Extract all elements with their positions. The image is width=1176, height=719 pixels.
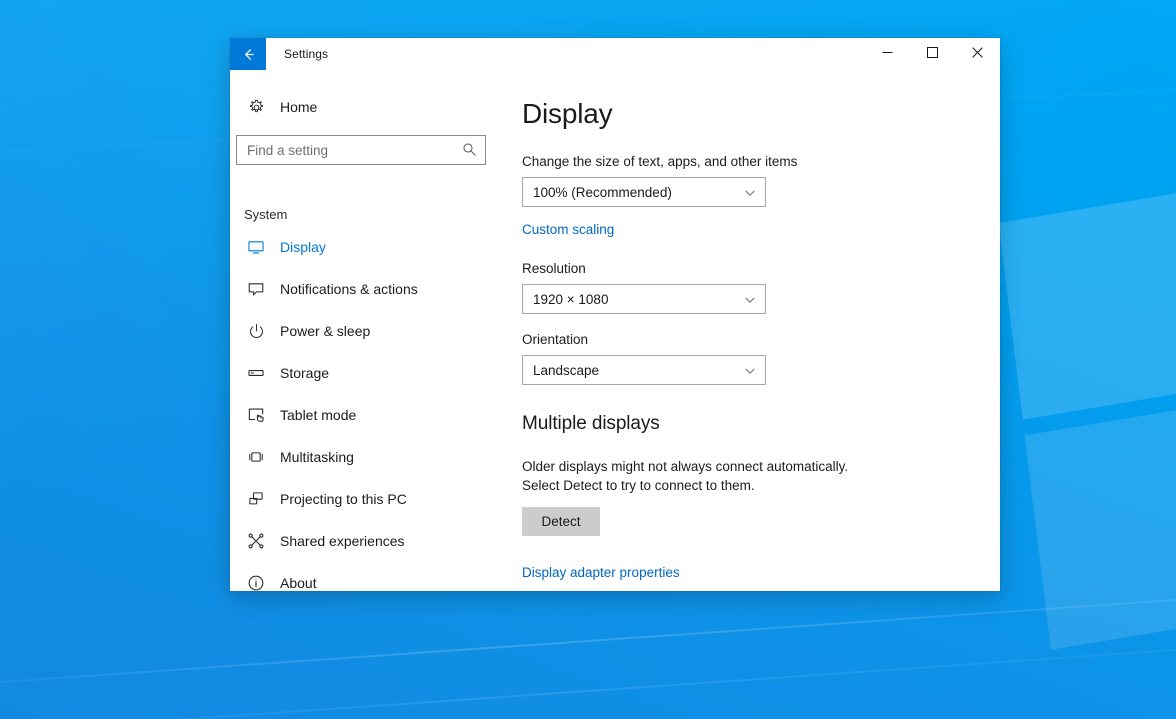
sidebar-section-label: System bbox=[244, 207, 288, 222]
sidebar-item-multitasking[interactable]: Multitasking bbox=[230, 442, 502, 472]
chevron-down-icon bbox=[744, 365, 756, 380]
sidebar-item-display[interactable]: Display bbox=[230, 232, 502, 262]
sidebar: Home System bbox=[230, 70, 502, 591]
search-box[interactable] bbox=[236, 135, 486, 165]
sidebar-item-label: Power & sleep bbox=[280, 323, 371, 339]
sidebar-item-power-and-sleep[interactable]: Power & sleep bbox=[230, 316, 502, 346]
sidebar-item-shared-experiences[interactable]: Shared experiences bbox=[230, 526, 502, 556]
sidebar-item-label: Notifications & actions bbox=[280, 281, 418, 297]
page-title: Display bbox=[522, 98, 613, 129]
windows-logo-icon bbox=[998, 152, 1176, 650]
multiple-displays-heading: Multiple displays bbox=[522, 413, 660, 434]
close-button[interactable] bbox=[955, 38, 1000, 70]
display-adapter-properties-link[interactable]: Display adapter properties bbox=[522, 565, 680, 580]
sidebar-item-label: Shared experiences bbox=[280, 533, 405, 549]
scale-dropdown-value: 100% (Recommended) bbox=[533, 184, 672, 200]
scale-label: Change the size of text, apps, and other… bbox=[522, 154, 798, 169]
sidebar-item-label: Multitasking bbox=[280, 449, 354, 465]
back-arrow-icon bbox=[241, 47, 256, 62]
share-nodes-icon bbox=[240, 532, 272, 550]
maximize-icon bbox=[927, 45, 938, 63]
orientation-label: Orientation bbox=[522, 332, 589, 347]
wallpaper-streak bbox=[0, 582, 1176, 700]
sidebar-item-label: Storage bbox=[280, 365, 330, 381]
scale-dropdown[interactable]: 100% (Recommended) bbox=[522, 177, 766, 207]
maximize-button[interactable] bbox=[910, 38, 955, 70]
window-title: Settings bbox=[284, 47, 329, 61]
title-bar: Settings bbox=[230, 38, 1000, 70]
orientation-dropdown-value: Landscape bbox=[533, 362, 600, 378]
sidebar-item-home[interactable]: Home bbox=[230, 92, 502, 122]
sidebar-item-label: Tablet mode bbox=[280, 407, 357, 423]
sidebar-item-about[interactable]: About bbox=[230, 568, 502, 591]
minimize-button[interactable] bbox=[865, 38, 910, 70]
multitask-windows-icon bbox=[240, 448, 272, 466]
main-content: Display Change the size of text, apps, a… bbox=[502, 70, 1000, 591]
tablet-hand-icon bbox=[240, 406, 272, 424]
resolution-dropdown[interactable]: 1920 × 1080 bbox=[522, 284, 766, 314]
chevron-down-icon bbox=[744, 294, 756, 309]
orientation-dropdown[interactable]: Landscape bbox=[522, 355, 766, 385]
monitor-icon bbox=[240, 238, 272, 256]
detect-button[interactable]: Detect bbox=[522, 507, 600, 536]
chevron-down-icon bbox=[744, 187, 756, 202]
sidebar-item-projecting-to-this-pc[interactable]: Projecting to this PC bbox=[230, 484, 502, 514]
window-controls bbox=[865, 38, 1000, 70]
info-circle-icon bbox=[240, 574, 272, 591]
custom-scaling-link[interactable]: Custom scaling bbox=[522, 222, 614, 237]
sidebar-item-label: About bbox=[280, 575, 317, 591]
project-screen-icon bbox=[240, 490, 272, 508]
back-button[interactable] bbox=[230, 38, 266, 70]
resolution-dropdown-value: 1920 × 1080 bbox=[533, 291, 609, 307]
drive-icon bbox=[240, 364, 272, 382]
wallpaper-streak bbox=[0, 632, 1176, 719]
multiple-displays-description: Older displays might not always connect … bbox=[522, 459, 849, 493]
sidebar-item-label: Projecting to this PC bbox=[280, 491, 407, 507]
sidebar-item-home-label: Home bbox=[280, 99, 318, 115]
sidebar-item-tablet-mode[interactable]: Tablet mode bbox=[230, 400, 502, 430]
minimize-icon bbox=[882, 45, 893, 63]
sidebar-item-notifications-and-actions[interactable]: Notifications & actions bbox=[230, 274, 502, 304]
power-icon bbox=[240, 323, 272, 340]
desktop-background: Settings Home Find a setting System Disp… bbox=[0, 0, 1176, 719]
search-input[interactable] bbox=[236, 135, 486, 165]
gear-icon bbox=[240, 99, 272, 116]
resolution-label: Resolution bbox=[522, 261, 586, 276]
window-body: Home System bbox=[230, 70, 1000, 591]
sidebar-item-label: Display bbox=[280, 239, 326, 255]
sidebar-item-storage[interactable]: Storage bbox=[230, 358, 502, 388]
close-icon bbox=[972, 45, 983, 63]
settings-window: Settings Home Find a setting System Disp… bbox=[230, 38, 1000, 591]
speech-bubble-icon bbox=[240, 280, 272, 298]
